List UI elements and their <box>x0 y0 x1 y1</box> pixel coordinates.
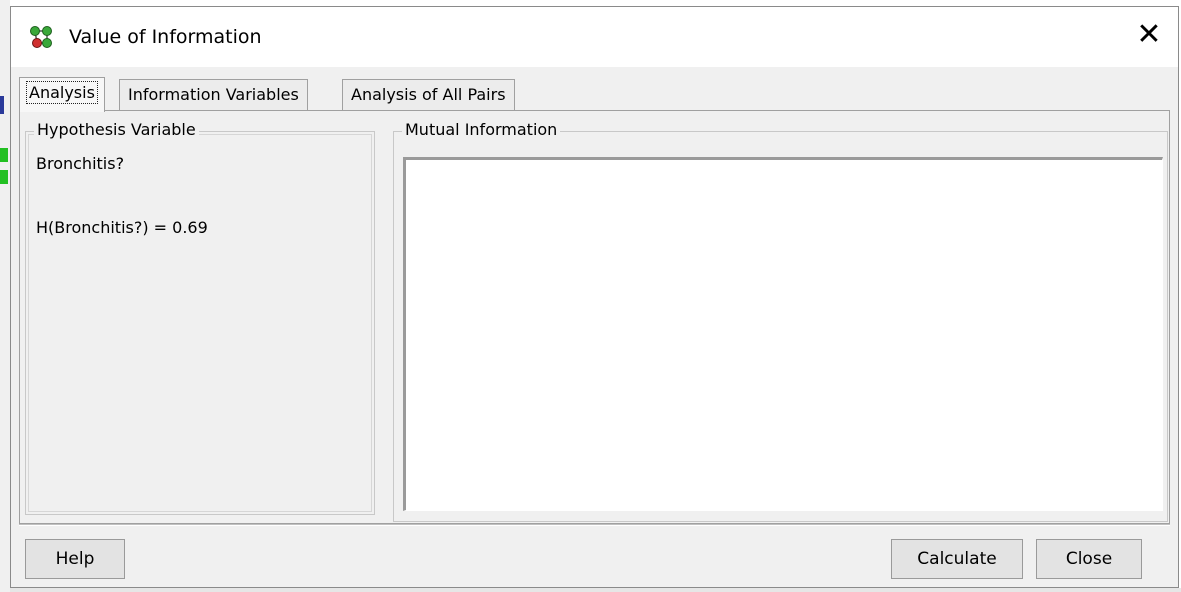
mutual-information-group: Mutual Information <box>393 120 1168 522</box>
background-window-edge <box>0 0 10 592</box>
hypothesis-entropy: H(Bronchitis?) = 0.69 <box>36 218 208 237</box>
tab-analysis-label: Analysis <box>26 81 98 104</box>
hypothesis-inner-panel <box>28 134 372 512</box>
footer-separator <box>19 524 1170 526</box>
analysis-tab-panel: Hypothesis Variable Bronchitis? H(Bronch… <box>19 110 1170 524</box>
tab-information-variables-label: Information Variables <box>128 85 299 104</box>
hypothesis-variable-legend: Hypothesis Variable <box>34 120 199 140</box>
hypothesis-variable-name: Bronchitis? <box>36 154 125 173</box>
background-window-bottom <box>10 588 1181 592</box>
tab-information-variables[interactable]: Information Variables <box>119 79 308 111</box>
tab-analysis[interactable]: Analysis <box>19 77 105 112</box>
title-bar[interactable]: Value of Information ✕ <box>11 7 1178 67</box>
close-icon[interactable]: ✕ <box>1132 19 1166 53</box>
tab-analysis-of-all-pairs[interactable]: Analysis of All Pairs <box>342 79 515 111</box>
tab-analysis-of-all-pairs-label: Analysis of All Pairs <box>351 85 506 104</box>
hypothesis-variable-group: Hypothesis Variable Bronchitis? H(Bronch… <box>25 120 375 515</box>
help-button[interactable]: Help <box>25 539 125 579</box>
value-of-information-dialog: Value of Information ✕ Analysis Informat… <box>10 6 1179 588</box>
calculate-button[interactable]: Calculate <box>891 539 1023 579</box>
mutual-information-legend: Mutual Information <box>402 120 561 140</box>
mutual-information-results-area[interactable] <box>403 157 1163 511</box>
network-nodes-icon <box>30 26 52 48</box>
window-title: Value of Information <box>69 26 262 48</box>
close-button[interactable]: Close <box>1036 539 1142 579</box>
